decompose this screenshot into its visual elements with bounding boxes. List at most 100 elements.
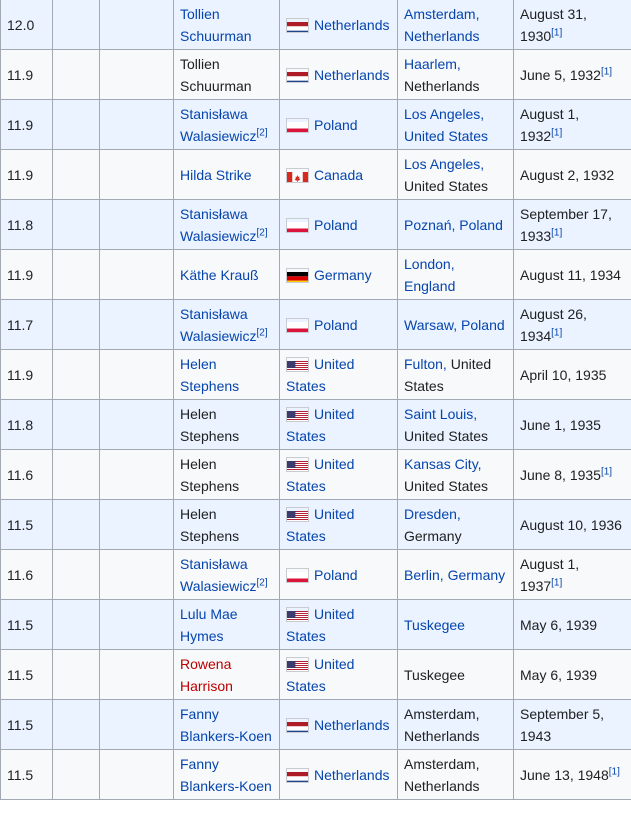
venue-link[interactable]: London, England xyxy=(404,256,455,294)
date-cell: August 11, 1934 xyxy=(513,249,631,300)
venue-text: Tuskegee xyxy=(404,666,465,683)
reference-link[interactable]: [2] xyxy=(257,127,268,138)
reference-link[interactable]: [2] xyxy=(257,327,268,338)
country-link[interactable]: Netherlands xyxy=(314,717,390,733)
athlete-cell: Helen Stephens xyxy=(173,499,280,550)
athlete-link[interactable]: Stanisława Walasiewicz xyxy=(180,206,257,244)
venue-link[interactable]: Dresden, xyxy=(404,506,461,522)
country-cell: United States xyxy=(279,649,398,700)
wind-cell xyxy=(52,0,100,50)
country-link[interactable]: Canada xyxy=(314,167,363,183)
venue-link[interactable]: Haarlem, xyxy=(404,56,461,72)
poland-flag-icon xyxy=(286,567,309,583)
netherlands-flag-icon xyxy=(286,717,309,733)
venue-link[interactable]: Fulton, xyxy=(404,356,447,372)
venue-link[interactable]: Warsaw, Poland xyxy=(404,317,505,333)
athlete-link[interactable]: Helen Stephens xyxy=(180,356,239,394)
reference-link[interactable]: [1] xyxy=(551,327,562,338)
country-link[interactable]: Poland xyxy=(314,217,358,233)
country-cell: United States xyxy=(279,499,398,550)
reference-link[interactable]: [2] xyxy=(257,577,268,588)
wind-cell xyxy=(52,49,100,100)
table-row: 11.6 Stanisława Walasiewicz[2] Poland Berli… xyxy=(0,549,631,600)
athlete-link[interactable]: Rowena Harrison xyxy=(180,656,233,694)
venue-link[interactable]: Los Angeles, xyxy=(404,156,484,172)
reference-link[interactable]: [2] xyxy=(257,227,268,238)
venue-link[interactable]: Amsterdam, Netherlands xyxy=(404,6,480,44)
country-link[interactable]: Germany xyxy=(314,267,372,283)
table-row: 11.8 Helen Stephens United States Saint Lou… xyxy=(0,399,631,450)
wind-cell xyxy=(52,349,100,400)
wind-cell xyxy=(52,149,100,200)
venue-text: United States xyxy=(404,477,489,494)
venue-cell: Amsterdam, Netherlands xyxy=(397,749,514,800)
country-link[interactable]: Poland xyxy=(314,117,358,133)
country-link[interactable]: Poland xyxy=(314,317,358,333)
reference-link[interactable]: [1] xyxy=(601,66,612,77)
athlete-link[interactable]: Fanny Blankers-Koen xyxy=(180,756,272,794)
auto-time-cell xyxy=(99,349,174,400)
athlete-cell: Tollien Schuurman xyxy=(173,0,280,50)
table-row: 11.9 Helen Stephens United States Fulton, U… xyxy=(0,349,631,400)
venue-link[interactable]: Tuskegee xyxy=(404,617,465,633)
date-text: September 17, 1933 xyxy=(520,205,612,244)
venue-text: Amsterdam, Netherlands xyxy=(404,705,480,744)
venue-cell: Haarlem, Netherlands xyxy=(397,49,514,100)
time-cell: 11.8 xyxy=(0,399,53,450)
reference-link[interactable]: [1] xyxy=(551,127,562,138)
country-link[interactable]: Netherlands xyxy=(314,767,390,783)
reference-link[interactable]: [1] xyxy=(551,577,562,588)
venue-cell: London, England xyxy=(397,249,514,300)
venue-cell: Dresden, Germany xyxy=(397,499,514,550)
country-cell: Canada xyxy=(279,149,398,200)
athlete-link[interactable]: Stanisława Walasiewicz xyxy=(180,556,257,594)
country-cell: Poland xyxy=(279,99,398,150)
reference-link[interactable]: [1] xyxy=(609,766,620,777)
reference-link[interactable]: [1] xyxy=(601,466,612,477)
time-cell: 11.5 xyxy=(0,499,53,550)
date-text: September 5, 1943 xyxy=(520,705,605,744)
athlete-link[interactable]: Stanisława Walasiewicz xyxy=(180,306,257,344)
venue-cell: Los Angeles, United States xyxy=(397,99,514,150)
reference-link[interactable]: [1] xyxy=(551,227,562,238)
country-cell: Poland xyxy=(279,199,398,250)
athlete-cell: Fanny Blankers-Koen xyxy=(173,699,280,750)
date-cell: June 5, 1932[1] xyxy=(513,49,631,100)
athlete-link[interactable]: Hilda Strike xyxy=(180,167,252,183)
athlete-link[interactable]: Lulu Mae Hymes xyxy=(180,606,238,644)
wind-cell xyxy=(52,249,100,300)
table-row: 11.7 Stanisława Walasiewicz[2] Poland Warsa… xyxy=(0,299,631,350)
date-text: May 6, 1939 xyxy=(520,666,598,683)
venue-link[interactable]: Berlin, Germany xyxy=(404,567,505,583)
auto-time-cell xyxy=(99,0,174,50)
athlete-link[interactable]: Stanisława Walasiewicz xyxy=(180,106,257,144)
auto-time-cell xyxy=(99,49,174,100)
auto-time-cell xyxy=(99,499,174,550)
athlete-cell: Stanisława Walasiewicz[2] xyxy=(173,549,280,600)
date-cell: August 1, 1937[1] xyxy=(513,549,631,600)
auto-time-cell xyxy=(99,199,174,250)
venue-link[interactable]: Saint Louis, xyxy=(404,406,477,422)
athlete-link[interactable]: Tollien Schuurman xyxy=(180,6,252,44)
netherlands-flag-icon xyxy=(286,17,309,33)
germany-flag-icon xyxy=(286,267,309,283)
country-link[interactable]: Poland xyxy=(314,567,358,583)
date-cell: June 1, 1935 xyxy=(513,399,631,450)
athlete-link[interactable]: Käthe Krauß xyxy=(180,267,259,283)
table-row: 11.5 Rowena Harrison United States Tuskegee… xyxy=(0,649,631,700)
country-link[interactable]: Netherlands xyxy=(314,17,390,33)
table-row: 11.8 Stanisława Walasiewicz[2] Poland Pozna… xyxy=(0,199,631,250)
country-link[interactable]: Netherlands xyxy=(314,67,390,83)
athlete-link[interactable]: Fanny Blankers-Koen xyxy=(180,706,272,744)
venue-link[interactable]: Kansas City, xyxy=(404,456,482,472)
venue-cell: Berlin, Germany xyxy=(397,549,514,600)
date-cell: April 10, 1935 xyxy=(513,349,631,400)
reference-link[interactable]: [1] xyxy=(551,27,562,38)
time-cell: 11.7 xyxy=(0,299,53,350)
time-cell: 11.5 xyxy=(0,749,53,800)
venue-link[interactable]: Poznań, Poland xyxy=(404,217,503,233)
auto-time-cell xyxy=(99,599,174,650)
time-cell: 11.5 xyxy=(0,649,53,700)
venue-link[interactable]: Los Angeles, United States xyxy=(404,106,488,144)
time-cell: 12.0 xyxy=(0,0,53,50)
